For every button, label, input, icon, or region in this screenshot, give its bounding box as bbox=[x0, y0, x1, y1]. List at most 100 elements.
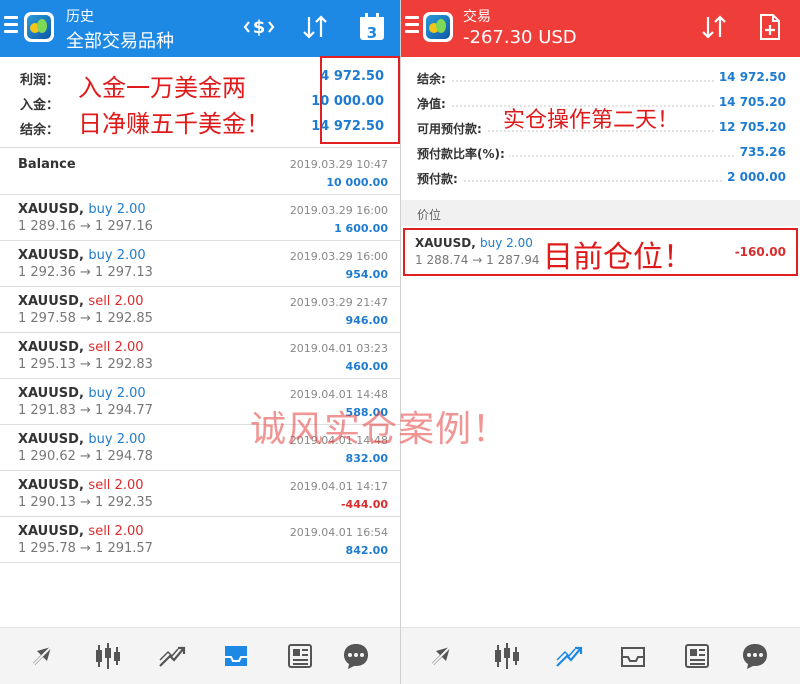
trade-time: 2019.03.29 21:47 bbox=[289, 296, 388, 309]
account-value: 14 972.50 bbox=[714, 70, 786, 84]
annotation-day-two: 实仓操作第二天！ bbox=[503, 108, 680, 133]
trade-profit: 842.00 bbox=[345, 544, 388, 557]
metatrader-logo bbox=[24, 12, 54, 42]
trade-symbol-text: XAUUSD, bbox=[18, 294, 84, 309]
trade-symbol: XAUUSD, buy 2.00 bbox=[18, 202, 146, 217]
account-label: 可用预付款: bbox=[417, 120, 486, 137]
account-row: 预付款: 2 000.00 bbox=[417, 167, 786, 189]
chat-icon[interactable] bbox=[338, 638, 374, 674]
trade-prices: 1 291.83 → 1 294.77 bbox=[18, 403, 153, 418]
trade-prices: 1 292.36 → 1 297.13 bbox=[18, 265, 153, 280]
trade-prices: 1 289.16 → 1 297.16 bbox=[18, 219, 153, 234]
trade-row[interactable]: XAUUSD, buy 2.00 1 289.16 → 1 297.16 2019.… bbox=[0, 194, 400, 241]
account-label: 预付款: bbox=[417, 170, 462, 187]
svg-text:$: $ bbox=[253, 17, 266, 38]
trade-symbol-text: XAUUSD, bbox=[18, 248, 84, 263]
calendar-icon[interactable]: 3 bbox=[358, 12, 386, 42]
news-icon[interactable] bbox=[282, 638, 318, 674]
trade-profit: 1 600.00 bbox=[334, 222, 388, 235]
deposit-filter-icon[interactable]: $ bbox=[243, 12, 275, 42]
balance-row[interactable]: Balance 2019.03.29 10:47 10 000.00 bbox=[0, 148, 400, 195]
trade-prices: 1 290.13 → 1 292.35 bbox=[18, 495, 153, 510]
trade-profit: -444.00 bbox=[340, 498, 388, 511]
symbol-filter[interactable]: 全部交易品种 bbox=[66, 27, 174, 53]
trade-profit: 460.00 bbox=[345, 360, 388, 373]
history-icon[interactable] bbox=[218, 638, 254, 674]
history-app-bar: 历史 全部交易品种 $ 3 bbox=[0, 0, 400, 57]
news-icon[interactable] bbox=[679, 638, 715, 674]
balance-label: 结余： bbox=[20, 123, 60, 138]
balance-row-time: 2019.03.29 10:47 bbox=[289, 158, 388, 171]
summary-highlight-box bbox=[320, 56, 400, 144]
trade-time: 2019.03.29 16:00 bbox=[289, 250, 388, 263]
trade-row[interactable]: XAUUSD, sell 2.00 1 295.13 → 1 292.83 2019… bbox=[0, 332, 400, 379]
trade-symbol: XAUUSD, buy 2.00 bbox=[18, 386, 146, 401]
trade-symbol: XAUUSD, sell 2.00 bbox=[18, 294, 144, 309]
quotes-icon[interactable] bbox=[26, 638, 62, 674]
chat-icon[interactable] bbox=[737, 638, 773, 674]
chart-icon[interactable] bbox=[489, 638, 525, 674]
trade-side: sell 2.00 bbox=[88, 340, 144, 355]
calendar-day-label: 3 bbox=[367, 24, 377, 42]
trade-app-bar: 交易 -267.30 USD bbox=[401, 0, 800, 57]
menu-icon[interactable] bbox=[405, 16, 419, 36]
trade-prices: 1 297.58 → 1 292.85 bbox=[18, 311, 153, 326]
trade-symbol: XAUUSD, sell 2.00 bbox=[18, 478, 144, 493]
menu-icon[interactable] bbox=[4, 16, 18, 36]
deposit-label: 入金： bbox=[20, 98, 60, 113]
profit-label: 利润： bbox=[20, 73, 60, 88]
trade-time: 2019.04.01 14:17 bbox=[289, 480, 388, 493]
annotation-current-position: 目前仓位！ bbox=[543, 240, 693, 275]
trade-row[interactable]: XAUUSD, sell 2.00 1 297.58 → 1 292.85 2019… bbox=[0, 286, 400, 333]
account-value: 12 705.20 bbox=[714, 120, 786, 134]
trade-symbol-text: XAUUSD, bbox=[18, 386, 84, 401]
trade-row[interactable]: XAUUSD, sell 2.00 1 295.78 → 1 291.57 2019… bbox=[0, 516, 400, 563]
trade-symbol: XAUUSD, sell 2.00 bbox=[18, 524, 144, 539]
positions-header-label: 价位 bbox=[417, 208, 442, 222]
trade-symbol-text: XAUUSD, bbox=[18, 340, 84, 355]
bottom-navigation bbox=[0, 627, 400, 684]
trade-side: buy 2.00 bbox=[88, 432, 146, 447]
history-icon[interactable] bbox=[615, 638, 651, 674]
trade-icon[interactable] bbox=[551, 638, 587, 674]
quotes-icon[interactable] bbox=[425, 638, 461, 674]
annotation-profit-line2: 日净赚五千美金！ bbox=[78, 110, 270, 138]
trade-time: 2019.04.01 03:23 bbox=[289, 342, 388, 355]
screen-title: 历史 bbox=[66, 9, 94, 25]
trade-row[interactable]: XAUUSD, sell 2.00 1 290.13 → 1 292.35 2019… bbox=[0, 470, 400, 517]
trade-symbol-text: XAUUSD, bbox=[18, 478, 84, 493]
screen-title: 交易 bbox=[463, 9, 491, 25]
trade-symbol: XAUUSD, buy 2.00 bbox=[18, 248, 146, 263]
trade-symbol: XAUUSD, sell 2.00 bbox=[18, 340, 144, 355]
floating-pl: -267.30 USD bbox=[463, 27, 577, 48]
trade-side: sell 2.00 bbox=[88, 294, 144, 309]
trade-icon[interactable] bbox=[154, 638, 190, 674]
trade-row[interactable]: XAUUSD, buy 2.00 1 292.36 → 1 297.13 2019.… bbox=[0, 240, 400, 287]
sort-icon[interactable] bbox=[699, 12, 729, 42]
history-screen: 历史 全部交易品种 $ 3 利润： 入金： 结余： 4 972.50 10 00… bbox=[0, 0, 400, 684]
chart-icon[interactable] bbox=[90, 638, 126, 674]
bottom-navigation bbox=[401, 627, 800, 684]
trade-side: sell 2.00 bbox=[88, 478, 144, 493]
metatrader-logo bbox=[423, 12, 453, 42]
watermark-text: 诚风实仓案例！ bbox=[250, 409, 510, 450]
trade-prices: 1 295.78 → 1 291.57 bbox=[18, 541, 153, 556]
trade-symbol: XAUUSD, buy 2.00 bbox=[18, 432, 146, 447]
account-value: 735.26 bbox=[735, 145, 786, 159]
annotation-profit-line1: 入金一万美金两 bbox=[78, 74, 246, 102]
trade-profit: 954.00 bbox=[345, 268, 388, 281]
balance-row-amount: 10 000.00 bbox=[326, 176, 388, 189]
account-value: 14 705.20 bbox=[714, 95, 786, 109]
account-label: 结余: bbox=[417, 70, 450, 87]
account-label: 净值: bbox=[417, 95, 450, 112]
trade-time: 2019.04.01 16:54 bbox=[289, 526, 388, 539]
trade-prices: 1 295.13 → 1 292.83 bbox=[18, 357, 153, 372]
trade-side: sell 2.00 bbox=[88, 524, 144, 539]
trade-symbol-text: XAUUSD, bbox=[18, 524, 84, 539]
account-row: 结余: 14 972.50 bbox=[417, 67, 786, 89]
trade-side: buy 2.00 bbox=[88, 386, 146, 401]
trade-profit: 946.00 bbox=[345, 314, 388, 327]
trade-profit: 832.00 bbox=[345, 452, 388, 465]
new-order-icon[interactable] bbox=[757, 12, 783, 42]
sort-icon[interactable] bbox=[300, 12, 330, 42]
